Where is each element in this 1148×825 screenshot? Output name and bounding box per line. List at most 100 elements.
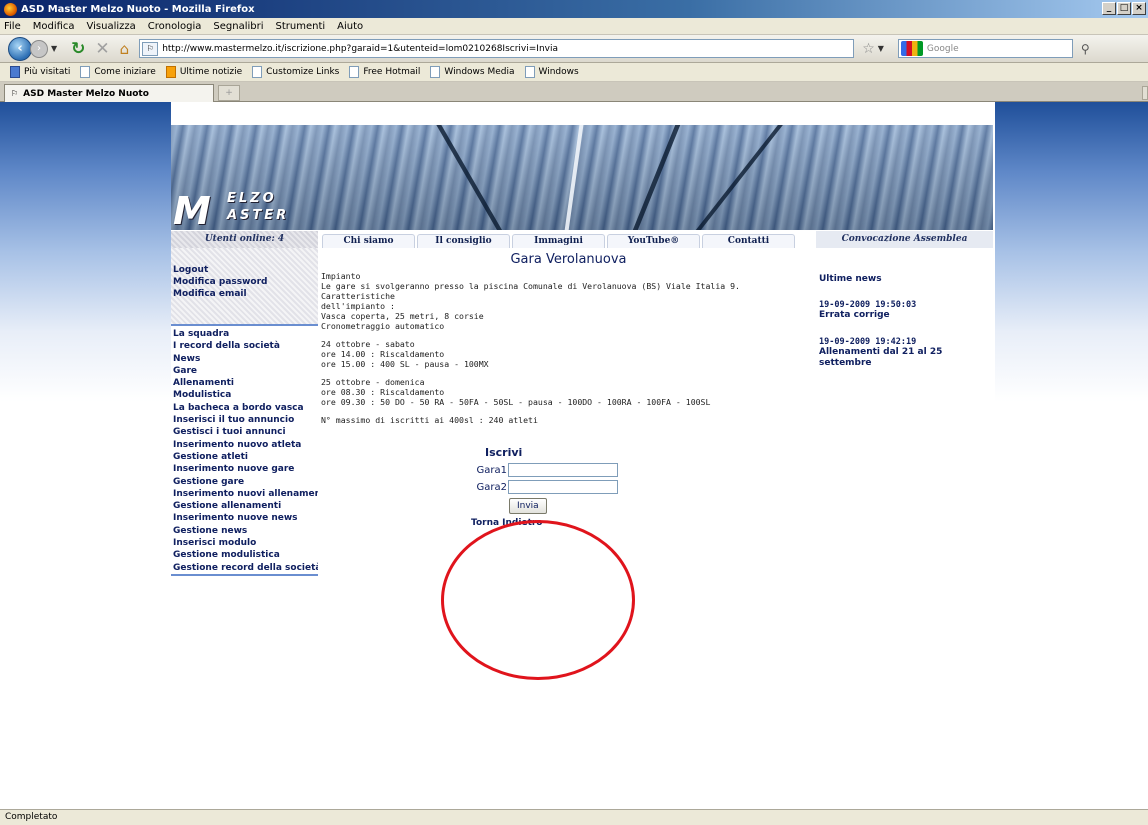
nav-tab-chi-siamo[interactable]: Chi siamo bbox=[322, 234, 415, 248]
convocazione-link[interactable]: Convocazione Assemblea bbox=[816, 231, 993, 248]
sidebar-item[interactable]: Inserisci modulo bbox=[173, 537, 318, 549]
maximize-button[interactable]: □ bbox=[1117, 2, 1131, 15]
bookmark-label: Windows bbox=[538, 67, 579, 77]
menu-modifica[interactable]: Modifica bbox=[33, 21, 75, 32]
sidebar-item[interactable]: Inserimento nuovo atleta bbox=[173, 439, 318, 451]
logo-line2: ASTER bbox=[227, 208, 290, 223]
nav-tab-contatti[interactable]: Contatti bbox=[702, 234, 795, 248]
close-button[interactable]: × bbox=[1132, 2, 1146, 15]
site-banner: M ELZO ASTER bbox=[171, 125, 993, 230]
nav-tab-youtube[interactable]: YouTube® bbox=[607, 234, 700, 248]
minimize-button[interactable]: _ bbox=[1102, 2, 1116, 15]
sidebar-item[interactable]: La bacheca a bordo vasca bbox=[173, 402, 318, 414]
rss-feed-icon bbox=[165, 66, 176, 78]
main-content: Gara Verolanuova Impianto Le gare si svo… bbox=[321, 248, 816, 433]
left-sidebar: Logout Modifica password Modifica email … bbox=[171, 248, 318, 576]
gara1-label: Gara1 bbox=[476, 464, 507, 476]
page-viewport: M ELZO ASTER Utenti online: 4 Chi siamo … bbox=[0, 102, 1148, 809]
bookmark-windows[interactable]: Windows bbox=[524, 66, 579, 78]
bookmark-windows-media[interactable]: Windows Media bbox=[430, 66, 515, 78]
sidebar-item[interactable]: Gestione gare bbox=[173, 476, 318, 488]
bookmark-come-iniziare[interactable]: Come iniziare bbox=[80, 66, 156, 78]
nav-tab-il-consiglio[interactable]: Il consiglio bbox=[417, 234, 510, 248]
sidebar-item[interactable]: Gestione allenamenti bbox=[173, 500, 318, 512]
url-bar[interactable]: ⚐ http://www.mastermelzo.it/iscrizione.p… bbox=[139, 39, 855, 58]
sidebar-item[interactable]: Allenamenti bbox=[173, 377, 318, 389]
new-tab-button[interactable]: + bbox=[218, 85, 240, 101]
url-dropdown-icon[interactable]: ▼ bbox=[878, 44, 884, 53]
lane-line bbox=[676, 125, 791, 230]
sidebar-item[interactable]: Gare bbox=[173, 365, 318, 377]
sidebar-item[interactable]: Inserimento nuovi allenamenti bbox=[173, 488, 318, 500]
sidebar-item[interactable]: Gestione modulistica bbox=[173, 549, 318, 561]
bookmarks-toolbar: Più visitati Come iniziare Ultime notizi… bbox=[0, 63, 1148, 82]
sidebar-item[interactable]: Gestisci i tuoi annunci bbox=[173, 426, 318, 438]
search-icon[interactable]: ⚲ bbox=[1081, 42, 1090, 56]
nav-tab-immagini[interactable]: Immagini bbox=[512, 234, 605, 248]
invia-button[interactable]: Invia bbox=[509, 498, 547, 514]
reload-icon[interactable]: ↻ bbox=[71, 39, 85, 59]
bookmark-free-hotmail[interactable]: Free Hotmail bbox=[349, 66, 420, 78]
form-title: Iscrivi bbox=[485, 446, 523, 459]
logo-line1: ELZO bbox=[227, 191, 277, 206]
history-dropdown-icon[interactable]: ▼ bbox=[51, 44, 57, 53]
menu-segnalibri[interactable]: Segnalibri bbox=[213, 21, 263, 32]
gara1-input[interactable] bbox=[508, 463, 618, 477]
sidebar-item[interactable]: La squadra bbox=[173, 328, 318, 340]
gara2-label: Gara2 bbox=[476, 481, 507, 493]
forward-button[interactable]: › bbox=[30, 39, 48, 58]
home-icon[interactable]: ⌂ bbox=[120, 40, 130, 58]
modifica-password-link[interactable]: Modifica password bbox=[173, 276, 318, 288]
lane-line bbox=[430, 125, 517, 230]
sidebar-item[interactable]: Gestione news bbox=[173, 525, 318, 537]
news-title-link[interactable]: Errata corrige bbox=[819, 310, 993, 321]
description-day2: 25 ottobre - domenica ore 08.30 : Riscal… bbox=[321, 377, 711, 407]
google-icon[interactable] bbox=[900, 41, 923, 56]
bookmark-label: Più visitati bbox=[24, 67, 71, 77]
menu-strumenti[interactable]: Strumenti bbox=[276, 21, 326, 32]
site-page: M ELZO ASTER Utenti online: 4 Chi siamo … bbox=[171, 102, 995, 577]
menu-visualizza[interactable]: Visualizza bbox=[87, 21, 136, 32]
lane-line bbox=[622, 125, 685, 230]
description-venue: Impianto Le gare si svolgeranno presso l… bbox=[321, 271, 740, 331]
url-text: http://www.mastermelzo.it/iscrizione.php… bbox=[162, 43, 558, 54]
bookmark-label: Free Hotmail bbox=[363, 67, 421, 77]
back-button[interactable]: ‹ bbox=[8, 36, 32, 61]
sidebar-item[interactable]: I record della società bbox=[173, 340, 318, 352]
tab-asd-master[interactable]: ⚐ ASD Master Melzo Nuoto bbox=[4, 84, 214, 102]
most-visited-icon bbox=[10, 66, 20, 78]
gara2-input[interactable] bbox=[508, 480, 618, 494]
sidebar-item[interactable]: Modulistica bbox=[173, 389, 318, 401]
bookmark-label: Customize Links bbox=[266, 67, 340, 77]
page-icon bbox=[349, 66, 360, 78]
lane-rope bbox=[561, 125, 585, 230]
menu-file[interactable]: File bbox=[4, 21, 21, 32]
site-nav-strip: Utenti online: 4 Chi siamo Il consiglio … bbox=[171, 231, 993, 248]
sidebar-item[interactable]: Gestione atleti bbox=[173, 451, 318, 463]
stop-icon[interactable]: ✕ bbox=[95, 39, 109, 59]
description-day1: 24 ottobre - sabato ore 14.00 : Riscalda… bbox=[321, 339, 489, 369]
sidebar-item[interactable]: Inserimento nuove gare bbox=[173, 463, 318, 475]
status-text: Completato bbox=[5, 812, 58, 822]
iscrivi-form: Iscrivi Gara1 Gara2 Invia Torna Indietro bbox=[471, 446, 631, 528]
bookmark-star-icon[interactable]: ☆ bbox=[862, 41, 875, 57]
news-title-link[interactable]: Allenamenti dal 21 al 25 settembre bbox=[819, 347, 993, 369]
sidebar-item[interactable]: Inserimento nuove news bbox=[173, 512, 318, 524]
modifica-email-link[interactable]: Modifica email bbox=[173, 288, 318, 300]
tab-label: ASD Master Melzo Nuoto bbox=[23, 88, 149, 99]
search-box[interactable]: Google bbox=[897, 39, 1073, 58]
user-box: Logout Modifica password Modifica email bbox=[171, 248, 318, 324]
status-bar: Completato bbox=[0, 809, 1148, 825]
sidebar-item[interactable]: Gestione record della società bbox=[173, 562, 318, 574]
menu-aiuto[interactable]: Aiuto bbox=[337, 21, 363, 32]
red-highlight-ellipse bbox=[441, 520, 635, 680]
tab-scroll-button[interactable] bbox=[1142, 86, 1148, 100]
bookmark-customize-links[interactable]: Customize Links bbox=[252, 66, 339, 78]
menu-bar: File Modifica Visualizza Cronologia Segn… bbox=[0, 18, 1148, 35]
bookmark-piu-visitati[interactable]: Più visitati bbox=[2, 66, 70, 78]
menu-cronologia[interactable]: Cronologia bbox=[148, 21, 202, 32]
sidebar-item[interactable]: News bbox=[173, 353, 318, 365]
sidebar-item[interactable]: Inserisci il tuo annuncio bbox=[173, 414, 318, 426]
bookmark-ultime-notizie[interactable]: Ultime notizie bbox=[165, 66, 242, 78]
logout-link[interactable]: Logout bbox=[173, 264, 318, 276]
